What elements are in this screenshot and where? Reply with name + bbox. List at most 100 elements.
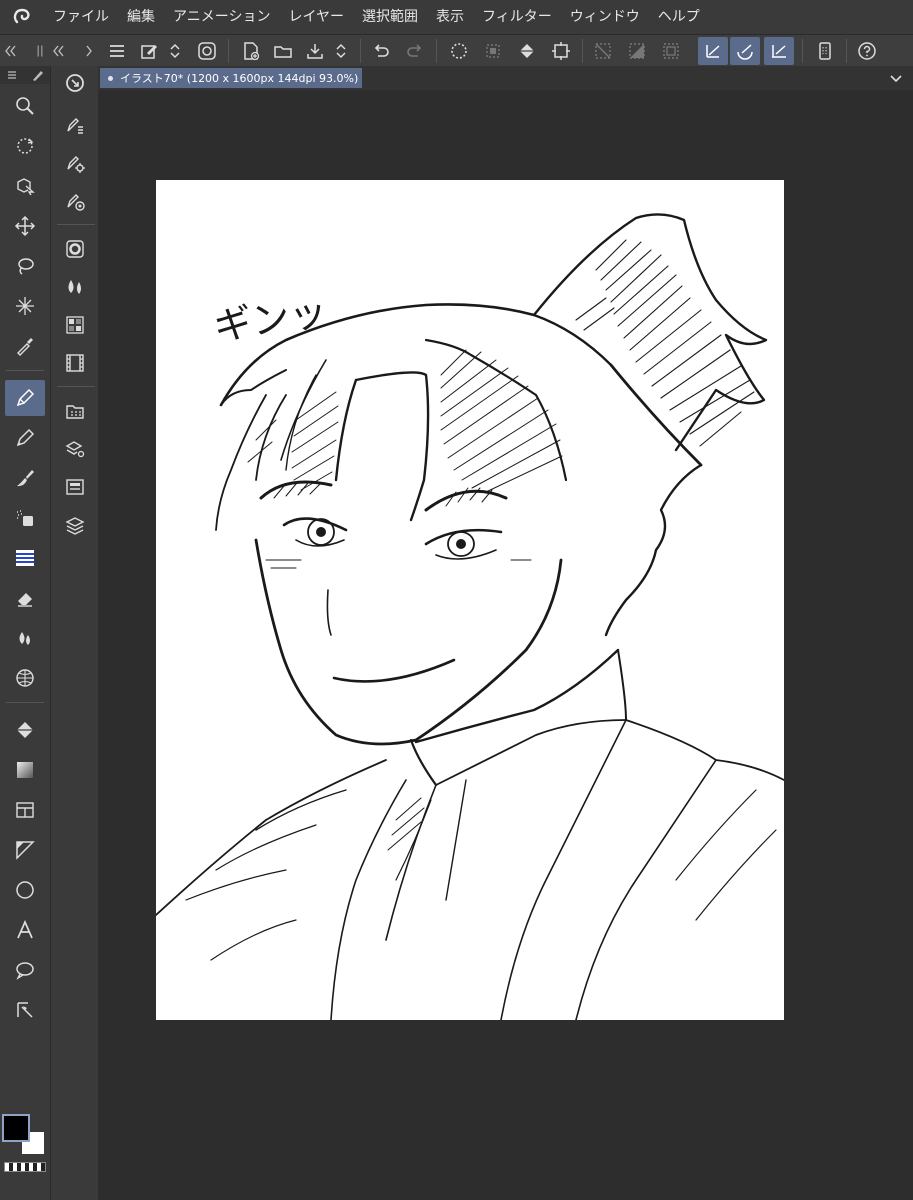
toolbar-separator — [436, 39, 437, 63]
chevron-down-icon[interactable] — [887, 69, 905, 87]
reference-layer-icon[interactable] — [55, 66, 95, 100]
fill-bucket-icon[interactable] — [512, 37, 542, 65]
clip-studio-logo-icon[interactable] — [0, 0, 44, 34]
menu-edit[interactable]: 編集 — [118, 0, 164, 34]
document-tab-label: イラスト70* (1200 x 1600px 144dpi 93.0%) — [120, 72, 359, 85]
fill-bucket-tool-icon[interactable] — [5, 712, 45, 748]
move-tool-icon[interactable] — [5, 208, 45, 244]
clip-studio-icon[interactable] — [192, 37, 222, 65]
redo-icon[interactable] — [400, 37, 430, 65]
collapse-sub-icon[interactable] — [48, 37, 70, 65]
palette-pen-icon[interactable] — [30, 68, 46, 82]
ruler-tool-icon[interactable] — [5, 832, 45, 868]
color-set-icon[interactable] — [55, 308, 95, 342]
smartphone-icon[interactable] — [810, 37, 840, 65]
transform-icon[interactable] — [546, 37, 576, 65]
menu-window[interactable]: ウィンドウ — [561, 0, 649, 34]
sub-separator — [57, 386, 95, 387]
sub-separator — [57, 224, 95, 225]
menu-hamburger-icon[interactable] — [102, 37, 132, 65]
command-bar — [0, 34, 913, 66]
text-tool-icon[interactable] — [5, 912, 45, 948]
menu-file[interactable]: ファイル — [44, 0, 118, 34]
app-window: ファイル 編集 アニメーション レイヤー 選択範囲 表示 フィルター ウィンドウ… — [0, 0, 913, 1200]
menu-selection[interactable]: 選択範囲 — [353, 0, 427, 34]
snap-guide-icon[interactable] — [656, 37, 686, 65]
fill-tool-icon-sphere[interactable] — [5, 660, 45, 696]
selection-layer-icon[interactable] — [478, 37, 508, 65]
menu-view[interactable]: 表示 — [427, 0, 473, 34]
toolbar-separator — [360, 39, 361, 63]
sub-tool-list-icon[interactable] — [55, 108, 95, 142]
menu-animation[interactable]: アニメーション — [164, 0, 279, 34]
sub-tool-column — [50, 66, 98, 1200]
object-tool-icon[interactable] — [5, 168, 45, 204]
color-wheel-icon[interactable] — [55, 232, 95, 266]
expand-right-icon[interactable] — [78, 37, 100, 65]
up-down-arrows-icon[interactable] — [164, 37, 186, 65]
tool-property-icon[interactable] — [55, 146, 95, 180]
sketch-illustration: ギンッ — [156, 213, 784, 1020]
rotate-view-tool-icon[interactable] — [5, 128, 45, 164]
canvas-paper[interactable]: ギンッ — [156, 180, 784, 1020]
material-icon[interactable] — [55, 394, 95, 428]
menu-layer[interactable]: レイヤー — [279, 0, 353, 34]
menu-help[interactable]: ヘルプ — [649, 0, 709, 34]
palette-menu-icon[interactable] — [6, 69, 18, 81]
eraser-tool-icon[interactable] — [5, 580, 45, 616]
layer-icon[interactable] — [55, 508, 95, 542]
snap-ruler-icon[interactable] — [622, 37, 652, 65]
tool-palette-header — [0, 66, 50, 84]
menu-filter[interactable]: フィルター — [473, 0, 561, 34]
tool-palette — [0, 66, 50, 1200]
toolbar-separator — [846, 39, 847, 63]
airbrush-tool-icon[interactable] — [5, 500, 45, 536]
menu-bar: ファイル 編集 アニメーション レイヤー 選択範囲 表示 フィルター ウィンドウ… — [0, 0, 913, 34]
zoom-tool-icon[interactable] — [5, 88, 45, 124]
brush-tool-icon[interactable] — [5, 460, 45, 496]
help-icon[interactable] — [852, 37, 882, 65]
tool-separator — [6, 702, 44, 703]
save-icon[interactable] — [300, 37, 330, 65]
edit-pen-icon[interactable] — [134, 37, 164, 65]
decoration-tool-icon[interactable] — [5, 540, 45, 576]
unsaved-dot-icon — [108, 75, 113, 81]
lasso-tool-icon[interactable] — [5, 248, 45, 284]
toolbar-separator — [228, 39, 229, 63]
clear-selection-icon[interactable] — [444, 37, 474, 65]
snap-pen-icon[interactable] — [764, 37, 794, 65]
pen-tool-icon[interactable] — [5, 380, 45, 416]
balloon-tool-icon[interactable] — [5, 952, 45, 988]
transparent-color-swatch[interactable] — [4, 1162, 46, 1172]
correct-line-tool-icon[interactable] — [5, 992, 45, 1028]
gradient-tool-icon[interactable] — [5, 752, 45, 788]
pencil-tool-icon[interactable] — [5, 420, 45, 456]
canvas-area[interactable]: ギンッ — [98, 90, 913, 1200]
animation-timeline-icon[interactable] — [55, 346, 95, 380]
snap-grid-icon[interactable] — [730, 37, 760, 65]
intermediate-color-icon[interactable] — [55, 270, 95, 304]
undo-icon[interactable] — [366, 37, 396, 65]
up-down-arrows-icon[interactable] — [330, 37, 352, 65]
collapse-left-icon[interactable] — [0, 37, 22, 65]
panel-grip-icon[interactable] — [30, 37, 50, 65]
snap-special-ruler-icon[interactable] — [698, 37, 728, 65]
blend-tool-icon[interactable] — [5, 620, 45, 656]
main-color-swatch[interactable] — [2, 1114, 30, 1142]
figure-tool-icon[interactable] — [5, 872, 45, 908]
open-folder-icon[interactable] — [268, 37, 298, 65]
frame-tool-icon[interactable] — [5, 792, 45, 828]
magic-wand-tool-icon[interactable] — [5, 288, 45, 324]
tool-separator — [6, 370, 44, 371]
color-swatch — [0, 1112, 50, 1182]
eyedropper-tool-icon[interactable] — [5, 328, 45, 364]
toolbar-separator — [582, 39, 583, 63]
toolbar-separator — [802, 39, 803, 63]
layer-property-icon[interactable] — [55, 432, 95, 466]
document-tab-bar: イラスト70* (1200 x 1600px 144dpi 93.0%) — [98, 66, 913, 90]
navigator-icon[interactable] — [55, 470, 95, 504]
brush-size-icon[interactable] — [55, 184, 95, 218]
document-tab[interactable]: イラスト70* (1200 x 1600px 144dpi 93.0%) — [100, 68, 362, 88]
new-canvas-icon[interactable] — [236, 37, 266, 65]
hide-selection-icon[interactable] — [588, 37, 618, 65]
